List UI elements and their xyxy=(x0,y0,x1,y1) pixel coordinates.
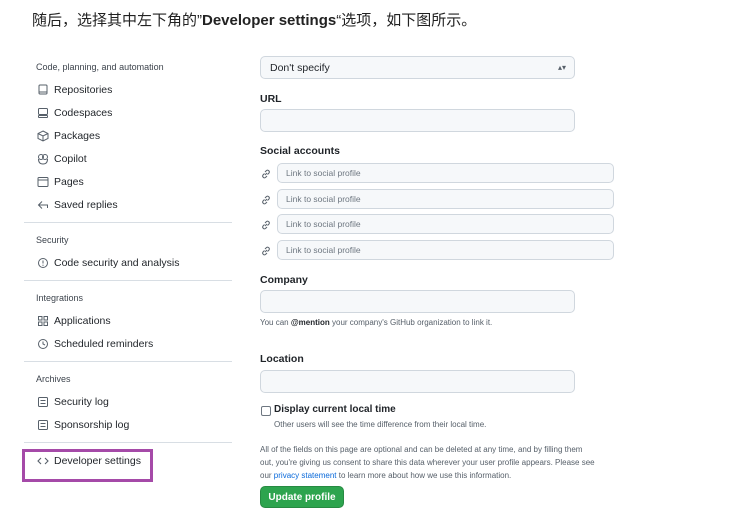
sidebar-item-applications[interactable]: Applications xyxy=(24,309,232,332)
update-profile-button[interactable]: Update profile xyxy=(260,486,344,508)
sidebar-item-pages[interactable]: Pages xyxy=(24,170,232,193)
sidebar-item-label: Code security and analysis xyxy=(54,256,180,269)
codespaces-icon xyxy=(37,107,49,119)
sidebar-item-scheduled-reminders[interactable]: Scheduled reminders xyxy=(24,332,232,355)
social-input[interactable]: Link to social profile xyxy=(277,240,614,260)
link-icon xyxy=(260,167,272,179)
copilot-icon xyxy=(37,153,49,165)
link-icon xyxy=(260,193,272,205)
social-input[interactable]: Link to social profile xyxy=(277,163,614,183)
social-input[interactable]: Link to social profile xyxy=(277,214,614,234)
package-icon xyxy=(37,129,49,142)
location-input[interactable] xyxy=(260,370,575,393)
divider xyxy=(24,442,232,443)
url-label: URL xyxy=(260,93,282,105)
highlight-box xyxy=(22,449,153,482)
browser-icon xyxy=(37,176,49,188)
sidebar-item-label: Repositories xyxy=(54,83,113,96)
social-label: Social accounts xyxy=(260,145,340,157)
sidebar-item-saved-replies[interactable]: Saved replies xyxy=(24,193,232,216)
sidebar-item-repositories[interactable]: Repositories xyxy=(24,78,232,101)
local-time-label: Display current local time xyxy=(274,404,396,415)
caption-suffix: “选项，如下图所示。 xyxy=(336,12,477,29)
local-time-note: Other users will see the time difference… xyxy=(274,420,487,429)
mention-text: @mention xyxy=(290,318,330,327)
sidebar-item-label: Copilot xyxy=(54,152,87,165)
company-input[interactable] xyxy=(260,290,575,313)
company-note: You can @mention your company's GitHub o… xyxy=(260,318,492,327)
social-input[interactable]: Link to social profile xyxy=(277,189,614,209)
sidebar-item-security-log[interactable]: Security log xyxy=(24,390,232,413)
select-arrows-icon: ▴▾ xyxy=(557,63,566,72)
group-title-code: Code, planning, and automation xyxy=(36,62,164,72)
local-time-checkbox[interactable] xyxy=(261,406,271,416)
footer-line: All of the fields on this page are optio… xyxy=(260,445,583,454)
sidebar-item-label: Applications xyxy=(54,314,111,327)
sidebar-item-codespaces[interactable]: Codespaces xyxy=(24,101,232,124)
footer-text: to learn more about how we use this info… xyxy=(336,471,512,480)
pronouns-select[interactable]: Don't specify ▴▾ xyxy=(260,56,575,79)
footer-text: our xyxy=(260,471,274,480)
sidebar-item-copilot[interactable]: Copilot xyxy=(24,147,232,170)
sidebar-item-label: Pages xyxy=(54,175,84,188)
group-title-integrations: Integrations xyxy=(36,293,84,303)
caption-text: 随后，选择其中左下角的”Developer settings“选项，如下图所示。 xyxy=(32,9,476,30)
shield-icon xyxy=(37,257,49,269)
settings-sidebar: Code, planning, and automation Repositor… xyxy=(24,56,232,472)
footer-line: out, you're giving us consent to share t… xyxy=(260,458,595,467)
log-icon xyxy=(37,396,49,408)
sidebar-item-packages[interactable]: Packages xyxy=(24,124,232,147)
reply-icon xyxy=(37,199,49,211)
divider xyxy=(24,280,232,281)
sidebar-item-label: Security log xyxy=(54,395,109,408)
clock-icon xyxy=(37,338,49,350)
log-icon xyxy=(37,419,49,431)
group-title-archives: Archives xyxy=(36,374,71,384)
link-icon xyxy=(260,218,272,230)
select-value: Don't specify xyxy=(270,62,330,74)
group-title-security: Security xyxy=(36,235,69,245)
footer-note: All of the fields on this page are optio… xyxy=(260,443,630,482)
sidebar-item-code-security[interactable]: Code security and analysis xyxy=(24,251,232,274)
privacy-statement-link[interactable]: privacy statement xyxy=(274,471,337,480)
note-text: You can xyxy=(260,318,291,327)
footer-line: our privacy statement to learn more abou… xyxy=(260,469,630,482)
url-input[interactable] xyxy=(260,109,575,132)
company-label: Company xyxy=(260,274,308,286)
location-label: Location xyxy=(260,353,304,365)
link-icon xyxy=(260,244,272,256)
sidebar-item-label: Codespaces xyxy=(54,106,113,119)
apps-icon xyxy=(37,315,49,327)
divider xyxy=(24,361,232,362)
sidebar-item-label: Sponsorship log xyxy=(54,418,130,431)
divider xyxy=(24,222,232,223)
sidebar-item-label: Packages xyxy=(54,129,101,142)
note-text: your company's GitHub organization to li… xyxy=(329,318,493,327)
sidebar-item-label: Saved replies xyxy=(54,198,118,211)
caption-prefix: 随后，选择其中左下角的” xyxy=(32,12,202,29)
sidebar-item-sponsorship-log[interactable]: Sponsorship log xyxy=(24,413,232,436)
caption-bold: Developer settings xyxy=(202,12,337,29)
sidebar-item-label: Scheduled reminders xyxy=(54,337,154,350)
repo-icon xyxy=(37,84,49,96)
